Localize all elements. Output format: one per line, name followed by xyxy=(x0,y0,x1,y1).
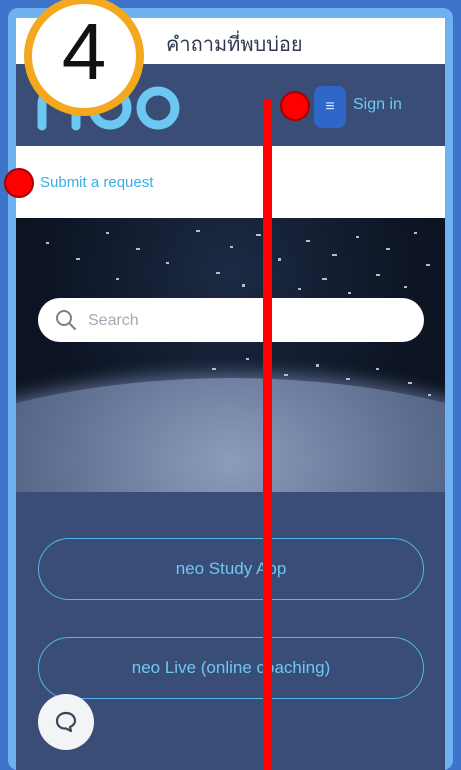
hamburger-icon: ≡ xyxy=(325,98,335,115)
category-neo-study-app[interactable]: neo Study App xyxy=(38,538,424,600)
annotation-line xyxy=(263,100,272,770)
annotation-dot-menu xyxy=(280,91,310,121)
search-box[interactable] xyxy=(38,298,424,342)
category-neo-live[interactable]: neo Live (online coaching) xyxy=(38,637,424,699)
chat-button[interactable] xyxy=(38,694,94,750)
search-icon xyxy=(56,310,76,330)
submit-request-link[interactable]: Submit a request xyxy=(40,174,153,191)
submit-request-bar: Submit a request xyxy=(16,146,445,218)
page-title: คำถามที่พบบ่อย xyxy=(166,32,303,56)
chat-icon xyxy=(55,711,77,733)
planet-horizon xyxy=(16,378,445,492)
menu-button[interactable]: ≡ xyxy=(314,86,346,128)
step-number-badge: 4 xyxy=(24,0,144,116)
annotation-dot-submit xyxy=(4,168,34,198)
search-input[interactable] xyxy=(86,308,410,334)
sign-in-link[interactable]: Sign in xyxy=(353,96,402,114)
hero-banner xyxy=(16,218,445,492)
app-screen: คำถามที่พบบ่อย ≡ Sign in Submit a reques… xyxy=(16,18,445,770)
